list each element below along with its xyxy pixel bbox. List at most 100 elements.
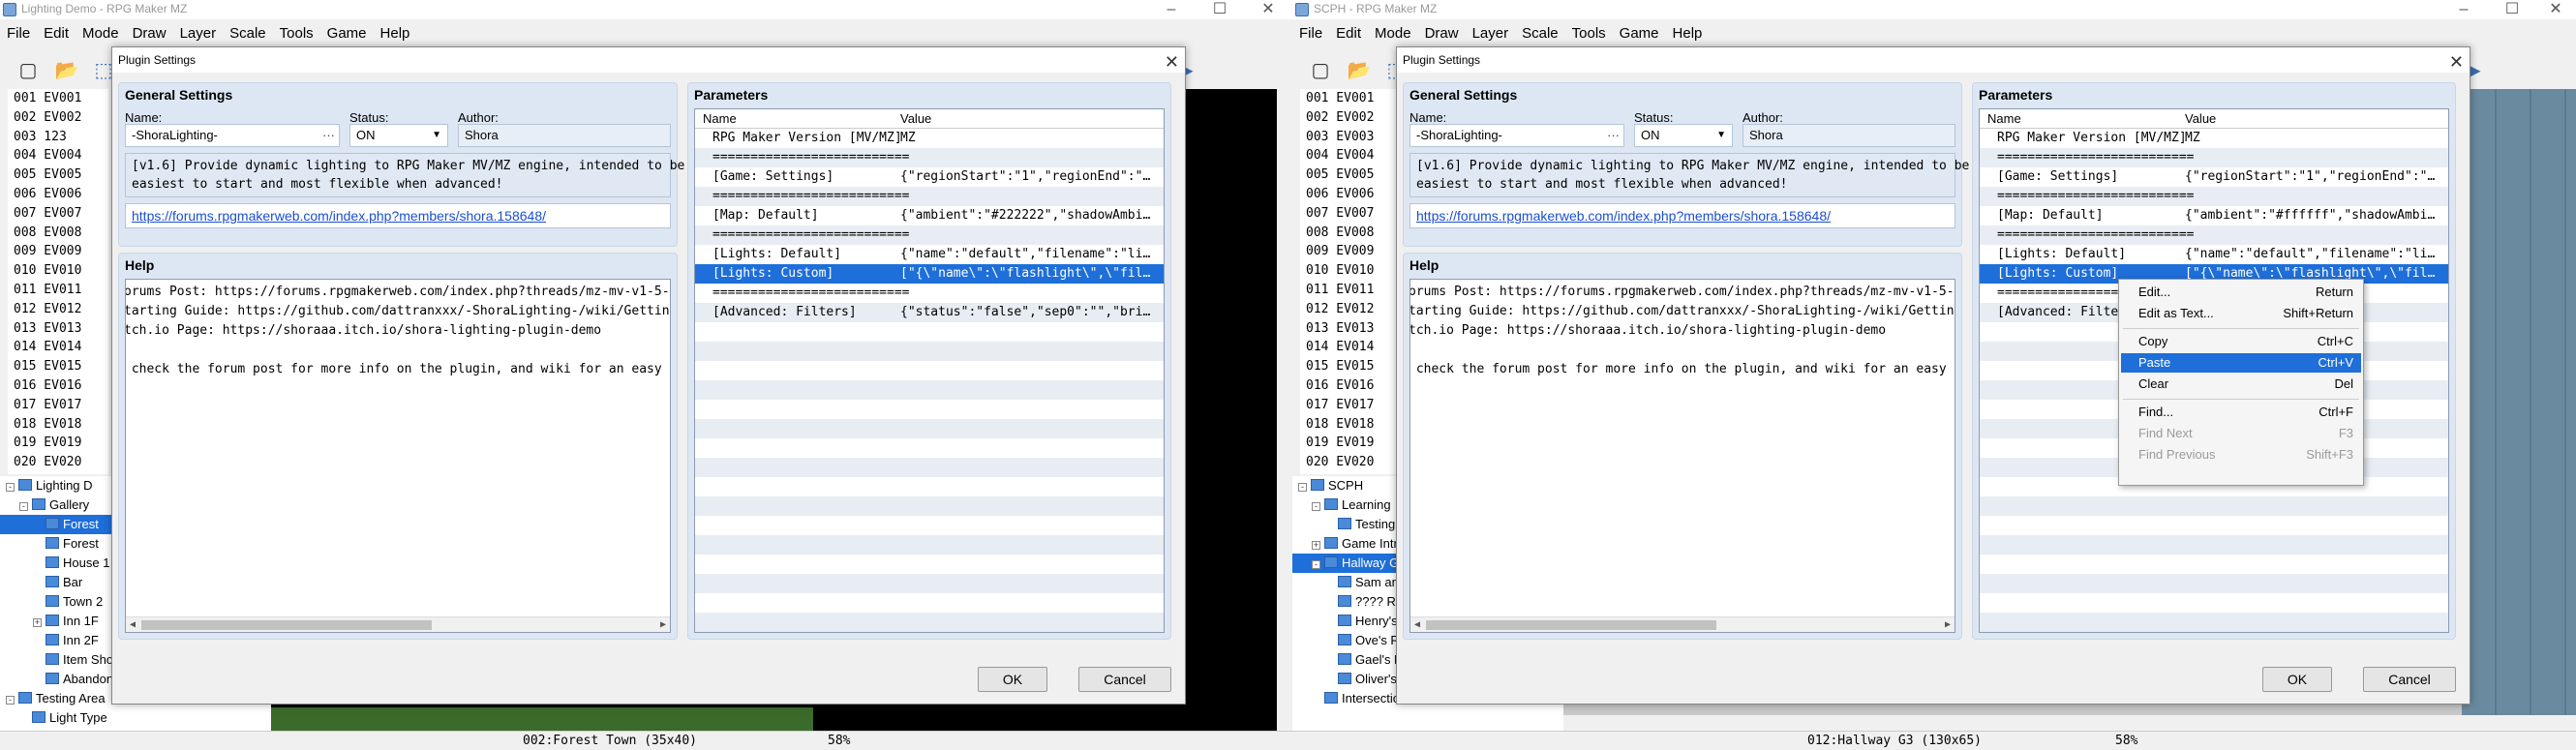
menu-layer[interactable]: Layer bbox=[1466, 23, 1516, 45]
collapse-icon[interactable]: - bbox=[6, 696, 15, 705]
event-list-item[interactable]: 003 123 bbox=[8, 128, 108, 147]
event-list-item[interactable]: 019 EV019 bbox=[1300, 434, 1401, 453]
map-tree-item[interactable]: Light Type bbox=[0, 708, 271, 728]
menu-edit[interactable]: Edit bbox=[37, 23, 76, 45]
table-row[interactable] bbox=[695, 613, 1164, 632]
event-list-item[interactable]: 012 EV012 bbox=[8, 300, 108, 319]
event-list-item[interactable]: 014 EV014 bbox=[8, 338, 108, 357]
help-text-box[interactable]: orums Post: https://forums.rpgmakerweb.c… bbox=[1409, 279, 1955, 633]
minimize-icon[interactable]: – bbox=[2444, 0, 2483, 19]
event-list-item[interactable]: 003 EV003 bbox=[1300, 128, 1401, 147]
browse-button[interactable]: ··· bbox=[322, 125, 335, 146]
table-row[interactable] bbox=[1980, 535, 2448, 555]
author-link[interactable]: https://forums.rpgmakerweb.com/index.php… bbox=[1409, 203, 1955, 228]
close-icon[interactable]: ✕ bbox=[1165, 49, 1179, 75]
context-copy-item[interactable]: Copy Ctrl+C bbox=[2121, 332, 2361, 351]
menu-mode[interactable]: Mode bbox=[1368, 23, 1418, 45]
name-field[interactable]: -ShoraLighting- ··· bbox=[125, 124, 340, 147]
column-value-header[interactable]: Value bbox=[2185, 111, 2216, 126]
event-list-item[interactable]: 019 EV019 bbox=[8, 434, 108, 453]
collapse-icon[interactable]: - bbox=[1312, 502, 1320, 511]
event-list-item[interactable]: 011 EV011 bbox=[8, 281, 108, 300]
menu-scale[interactable]: Scale bbox=[1515, 23, 1565, 45]
collapse-icon[interactable]: - bbox=[6, 483, 15, 492]
menu-edit[interactable]: Edit bbox=[1329, 23, 1368, 45]
table-row[interactable] bbox=[695, 361, 1164, 380]
table-row[interactable]: [Lights: Default] {"name":"default","file… bbox=[1980, 245, 2448, 264]
event-list-item[interactable]: 018 EV018 bbox=[8, 415, 108, 435]
event-list-item[interactable]: 020 EV020 bbox=[1300, 453, 1401, 472]
event-list-item[interactable]: 017 EV017 bbox=[8, 396, 108, 415]
event-list-item[interactable]: 002 EV002 bbox=[8, 108, 108, 128]
collapse-icon[interactable]: - bbox=[1298, 483, 1307, 492]
table-row[interactable]: ========================== bbox=[695, 187, 1164, 206]
table-row[interactable] bbox=[695, 555, 1164, 574]
menu-file[interactable]: File bbox=[0, 23, 37, 45]
menu-tools[interactable]: Tools bbox=[273, 23, 320, 45]
table-row[interactable] bbox=[1980, 555, 2448, 574]
event-list-item[interactable]: 007 EV007 bbox=[8, 204, 108, 224]
event-list-item[interactable]: 020 EV020 bbox=[8, 453, 108, 472]
map-hscrollbar[interactable] bbox=[1563, 715, 2576, 731]
menu-draw[interactable]: Draw bbox=[126, 23, 173, 45]
table-row[interactable] bbox=[695, 593, 1164, 613]
close-icon[interactable]: ✕ bbox=[1249, 0, 1288, 19]
table-row[interactable] bbox=[695, 496, 1164, 516]
table-row[interactable] bbox=[695, 458, 1164, 477]
scroll-right-icon[interactable]: ▶ bbox=[660, 617, 666, 632]
column-name-header[interactable]: Name bbox=[1987, 111, 2021, 126]
table-row[interactable]: ========================== bbox=[1980, 187, 2448, 206]
table-row[interactable]: [Lights: Custom] ["{\"name\":\"flashlight… bbox=[695, 264, 1164, 284]
event-list-item[interactable]: 004 EV004 bbox=[8, 146, 108, 165]
author-field[interactable]: Shora bbox=[458, 124, 671, 147]
scroll-thumb[interactable] bbox=[1426, 620, 1716, 630]
scroll-thumb[interactable] bbox=[141, 620, 432, 630]
table-row[interactable]: RPG Maker Version [MV/MZ] MZ bbox=[1980, 129, 2448, 148]
table-row[interactable] bbox=[695, 438, 1164, 458]
status-select[interactable]: ON ▼ bbox=[349, 124, 448, 147]
table-row[interactable]: [Map: Default] {"ambient":"#222222","shad… bbox=[695, 206, 1164, 225]
menu-help[interactable]: Help bbox=[1666, 23, 1710, 45]
menu-scale[interactable]: Scale bbox=[223, 23, 273, 45]
menu-mode[interactable]: Mode bbox=[76, 23, 126, 45]
event-list-item[interactable]: 007 EV007 bbox=[1300, 204, 1401, 224]
event-list-item[interactable]: 001 EV001 bbox=[8, 89, 108, 108]
event-list-item[interactable]: 006 EV006 bbox=[1300, 185, 1401, 204]
table-row[interactable] bbox=[1980, 593, 2448, 613]
event-list-item[interactable]: 015 EV015 bbox=[1300, 357, 1401, 376]
event-list-item[interactable]: 009 EV009 bbox=[8, 242, 108, 261]
event-list-item[interactable]: 001 EV001 bbox=[1300, 89, 1401, 108]
table-row[interactable] bbox=[1980, 516, 2448, 535]
event-list[interactable]: 001 EV001 002 EV002 003 123 004 EV004 005 EV… bbox=[8, 89, 108, 474]
table-row[interactable] bbox=[1980, 496, 2448, 516]
event-list-item[interactable]: 016 EV016 bbox=[8, 376, 108, 396]
table-row[interactable] bbox=[695, 419, 1164, 438]
menu-help[interactable]: Help bbox=[374, 23, 417, 45]
scroll-left-icon[interactable]: ◀ bbox=[1414, 617, 1420, 632]
event-list-item[interactable]: 004 EV004 bbox=[1300, 146, 1401, 165]
table-row[interactable]: ========================== bbox=[695, 225, 1164, 245]
event-list-item[interactable]: 002 EV002 bbox=[1300, 108, 1401, 128]
menu-file[interactable]: File bbox=[1292, 23, 1329, 45]
open-project-icon[interactable]: 📂 bbox=[1345, 56, 1374, 85]
table-row[interactable] bbox=[695, 322, 1164, 342]
scroll-left-icon[interactable]: ◀ bbox=[130, 617, 136, 632]
table-row[interactable] bbox=[695, 342, 1164, 361]
event-list-item[interactable]: 016 EV016 bbox=[1300, 376, 1401, 396]
event-list-item[interactable]: 013 EV013 bbox=[8, 319, 108, 339]
open-project-icon[interactable]: 📂 bbox=[52, 56, 81, 85]
cancel-button[interactable]: Cancel bbox=[1078, 667, 1171, 692]
table-row[interactable] bbox=[695, 574, 1164, 593]
table-row[interactable] bbox=[695, 477, 1164, 496]
context-find-item[interactable]: Find... Ctrl+F bbox=[2121, 403, 2361, 422]
event-list-item[interactable]: 009 EV009 bbox=[1300, 242, 1401, 261]
menu-game[interactable]: Game bbox=[1613, 23, 1666, 45]
event-list-item[interactable]: 006 EV006 bbox=[8, 185, 108, 204]
context-paste-item[interactable]: Paste Ctrl+V bbox=[2121, 353, 2361, 373]
event-list[interactable]: 001 EV001 002 EV002 003 EV003 004 EV004 005 … bbox=[1300, 89, 1401, 474]
table-row[interactable]: RPG Maker Version [MV/MZ] MZ bbox=[695, 129, 1164, 148]
name-field[interactable]: -ShoraLighting- ··· bbox=[1409, 124, 1624, 147]
author-link[interactable]: https://forums.rpgmakerweb.com/index.php… bbox=[125, 203, 671, 228]
collapse-icon[interactable]: - bbox=[1312, 560, 1320, 569]
ok-button[interactable]: OK bbox=[2262, 667, 2332, 692]
